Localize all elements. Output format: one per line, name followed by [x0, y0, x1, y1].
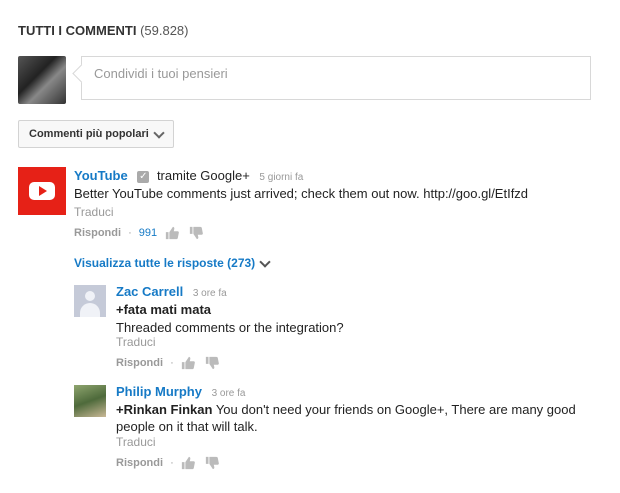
reply-author[interactable]: Zac Carrell [116, 284, 183, 299]
reply-header: Zac Carrell 3 ore fa [116, 284, 227, 299]
thumbs-down-icon[interactable] [189, 226, 203, 240]
reply-avatar-philip[interactable] [74, 385, 106, 417]
comments-header: TUTTI I COMMENTI (59.828) [18, 23, 188, 38]
reply-button[interactable]: Rispondi [74, 227, 121, 239]
sort-label: Commenti più popolari [29, 128, 149, 140]
reply-text: You don't need your friends on Google+, … [212, 402, 576, 417]
chevron-down-icon [153, 126, 165, 139]
reply-actions: Rispondi · [116, 456, 229, 470]
reply-mention[interactable]: +fata mati mata [116, 302, 211, 317]
via-google-plus: tramite Google+ [156, 168, 250, 183]
thumbs-down-icon[interactable] [205, 456, 219, 470]
separator-dot: · [170, 457, 174, 469]
youtube-play-icon [29, 182, 55, 200]
reply-time[interactable]: 3 ore fa [193, 288, 227, 299]
view-all-replies-label: Visualizza tutte le risposte (273) [74, 256, 256, 270]
sort-dropdown-button[interactable]: Commenti più popolari [18, 120, 174, 148]
reply-time[interactable]: 3 ore fa [212, 388, 246, 399]
comment-time[interactable]: 5 giorni fa [259, 172, 303, 183]
reply-button[interactable]: Rispondi [116, 357, 163, 369]
reply-author[interactable]: Philip Murphy [116, 384, 202, 399]
verified-check-icon: ✓ [137, 170, 150, 183]
thumbs-down-icon[interactable] [205, 356, 219, 370]
comment-header: YouTube ✓ tramite Google+ 5 giorni fa [74, 168, 303, 183]
view-all-replies-link[interactable]: Visualizza tutte le risposte (273) [74, 255, 271, 270]
translate-link[interactable]: Traduci [116, 335, 156, 349]
comment-author[interactable]: YouTube [74, 168, 128, 183]
comment-text: Better YouTube comments just arrived; ch… [74, 186, 529, 201]
reply-header: Philip Murphy 3 ore fa [116, 384, 246, 399]
thumbs-up-icon[interactable] [181, 356, 195, 370]
separator-dot: · [128, 227, 132, 239]
translate-link[interactable]: Traduci [116, 435, 156, 449]
share-input[interactable] [92, 65, 576, 82]
share-box[interactable] [81, 56, 591, 100]
reply-text: Threaded comments or the integration? [116, 320, 344, 335]
reply-text-line-2: people on it that will talk. [116, 419, 258, 434]
like-count: 991 [138, 227, 158, 239]
comment-actions: Rispondi · 991 [74, 226, 213, 240]
reply-mention[interactable]: +Rinkan Finkan [116, 402, 212, 417]
reply-button[interactable]: Rispondi [116, 457, 163, 469]
chevron-down-icon [259, 255, 271, 268]
translate-link[interactable]: Traduci [74, 205, 114, 219]
thumbs-up-icon[interactable] [165, 226, 179, 240]
reply-avatar-zac[interactable] [74, 285, 106, 317]
comments-title: TUTTI I COMMENTI [18, 23, 137, 38]
reply-text-line-1: +Rinkan Finkan You don't need your frien… [116, 402, 576, 417]
thumbs-up-icon[interactable] [181, 456, 195, 470]
reply-actions: Rispondi · [116, 356, 229, 370]
separator-dot: · [170, 357, 174, 369]
comments-count: (59.828) [140, 23, 189, 38]
youtube-avatar[interactable] [18, 167, 66, 215]
current-user-avatar[interactable] [18, 56, 66, 104]
